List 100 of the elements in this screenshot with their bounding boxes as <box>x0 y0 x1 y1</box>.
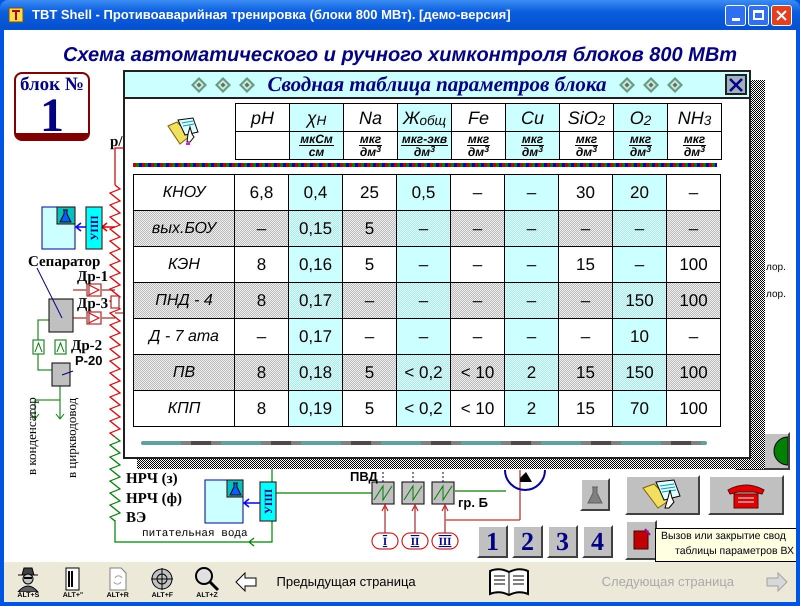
column-header: NH$_{3}$ <box>668 104 721 131</box>
table-cell: 10 <box>613 319 666 354</box>
column-header: SiO$_{2}$ <box>560 104 613 131</box>
arrow-right-icon <box>766 572 788 592</box>
flask-button[interactable] <box>580 478 610 511</box>
column-header: Fe <box>452 104 505 131</box>
table-cell: – <box>235 319 288 354</box>
page-button[interactable]: 3 <box>547 525 578 558</box>
book-icon[interactable] <box>488 567 530 597</box>
arrow-left-icon[interactable] <box>235 572 256 592</box>
row-label: вых.БОУ <box>134 211 234 246</box>
valve-icon <box>86 284 102 296</box>
block-number: 1 <box>40 96 64 133</box>
unit-label: мкг дм$^{3}$ <box>520 133 544 158</box>
table-cell: – <box>397 247 450 282</box>
table-cell: 0,15 <box>289 211 342 246</box>
table-cell: – <box>505 211 558 246</box>
table-cell: – <box>559 319 612 354</box>
unit-label: мкг дм$^{3}$ <box>682 133 706 158</box>
unit-label: мкг дм$^{3}$ <box>628 133 652 158</box>
window-title: TBT Shell - Противоаварийная тренировка (блоки 800 МВт). [демо-версия] <box>32 6 511 24</box>
row-label: КПП <box>134 391 234 426</box>
table-cell: – <box>451 319 504 354</box>
previous-page-link[interactable]: Предыдущая страница <box>276 572 416 592</box>
table-cell: 5 <box>343 247 396 282</box>
diagram-label: Др-2 <box>71 338 102 354</box>
close-button[interactable] <box>725 74 747 95</box>
arrow-icon <box>74 222 87 232</box>
analyzer-label: УПП <box>263 488 275 514</box>
maximize-button[interactable] <box>748 4 769 26</box>
diagram-label: Др-3 <box>77 296 108 312</box>
table-cell: – <box>397 211 450 246</box>
table-cell: – <box>505 247 558 282</box>
minimize-icon <box>732 18 740 20</box>
table-cell: < 0,2 <box>397 391 450 426</box>
minimize-button[interactable] <box>725 4 746 26</box>
diamond-icon <box>618 76 635 92</box>
table-cell: 0,18 <box>289 355 342 390</box>
sample-box-drawing <box>42 206 76 250</box>
dialog-title: Сводная таблица параметров блока <box>266 70 608 98</box>
diamond-icon <box>215 76 232 92</box>
diagram-label: лор. <box>766 262 786 273</box>
valve-icon <box>86 312 102 324</box>
diagram-label: в циркводовод <box>64 398 79 478</box>
table-cell: 8 <box>235 247 288 282</box>
table-cell: – <box>397 283 450 318</box>
table-cell: – <box>667 319 720 354</box>
unit-label: мкг дм$^{3}$ <box>574 133 598 158</box>
diagram-label: ПВД <box>350 469 378 484</box>
tooltip-text: Вызов или закрытие свод <box>661 529 786 544</box>
table-cell: 2 <box>505 355 558 390</box>
diagram-label: ВЭ <box>126 510 146 526</box>
table-cell: 15 <box>559 247 612 282</box>
table-cell: 100 <box>667 391 720 426</box>
diamond-icon <box>666 76 683 92</box>
document-icon <box>106 566 129 592</box>
phone-button[interactable] <box>708 475 784 515</box>
book-button[interactable] <box>625 520 657 560</box>
folder-button[interactable] <box>625 475 700 515</box>
row-label: Д - 7 ата <box>134 319 234 354</box>
table-cell: – <box>613 211 666 246</box>
analyzer-box <box>86 206 102 250</box>
table-cell: < 10 <box>451 391 504 426</box>
unit-label: мкСм см <box>299 133 334 158</box>
page-button[interactable]: 2 <box>512 525 543 558</box>
diagram-label: лор. <box>766 289 786 300</box>
tank-drawing <box>52 362 74 386</box>
table-cell: 2 <box>505 391 558 426</box>
block-label: блок № <box>20 74 84 96</box>
table-cell: < 0,2 <box>397 355 450 390</box>
hat-figure-icon <box>15 566 42 592</box>
row-label: КЭН <box>134 247 234 282</box>
app-icon <box>8 7 24 23</box>
page-button[interactable]: 1 <box>477 525 508 558</box>
separator-drawing <box>36 268 74 332</box>
table-cell: 100 <box>667 355 720 390</box>
row-label: ПВ <box>134 355 234 390</box>
next-page-link: Следующая страница <box>602 573 734 592</box>
table-cell: 8 <box>235 355 288 390</box>
arrow-icon <box>100 222 116 232</box>
table-cell: 100 <box>667 247 720 282</box>
unit-cell <box>236 132 289 159</box>
table-cell: – <box>451 211 504 246</box>
table-cell: – <box>559 211 612 246</box>
table-cell: – <box>343 283 396 318</box>
table-cell: – <box>505 319 558 354</box>
column-header: Cu <box>506 104 559 131</box>
table-cell: 15 <box>559 355 612 390</box>
diagram-label: питательная вода <box>142 528 248 540</box>
target-icon <box>150 566 174 592</box>
maximize-icon <box>753 10 764 20</box>
page-button[interactable]: 4 <box>582 525 613 558</box>
column-header: χ$_{H}$ <box>290 104 343 131</box>
table-cell: 8 <box>235 283 288 318</box>
table-cell: – <box>559 283 612 318</box>
unit-label: мкг дм$^{3}$ <box>466 133 490 158</box>
row-label: ПНД - 4 <box>134 283 234 318</box>
close-icon <box>729 78 743 92</box>
table-cell: 100 <box>667 283 720 318</box>
sample-box-drawing <box>204 480 244 524</box>
